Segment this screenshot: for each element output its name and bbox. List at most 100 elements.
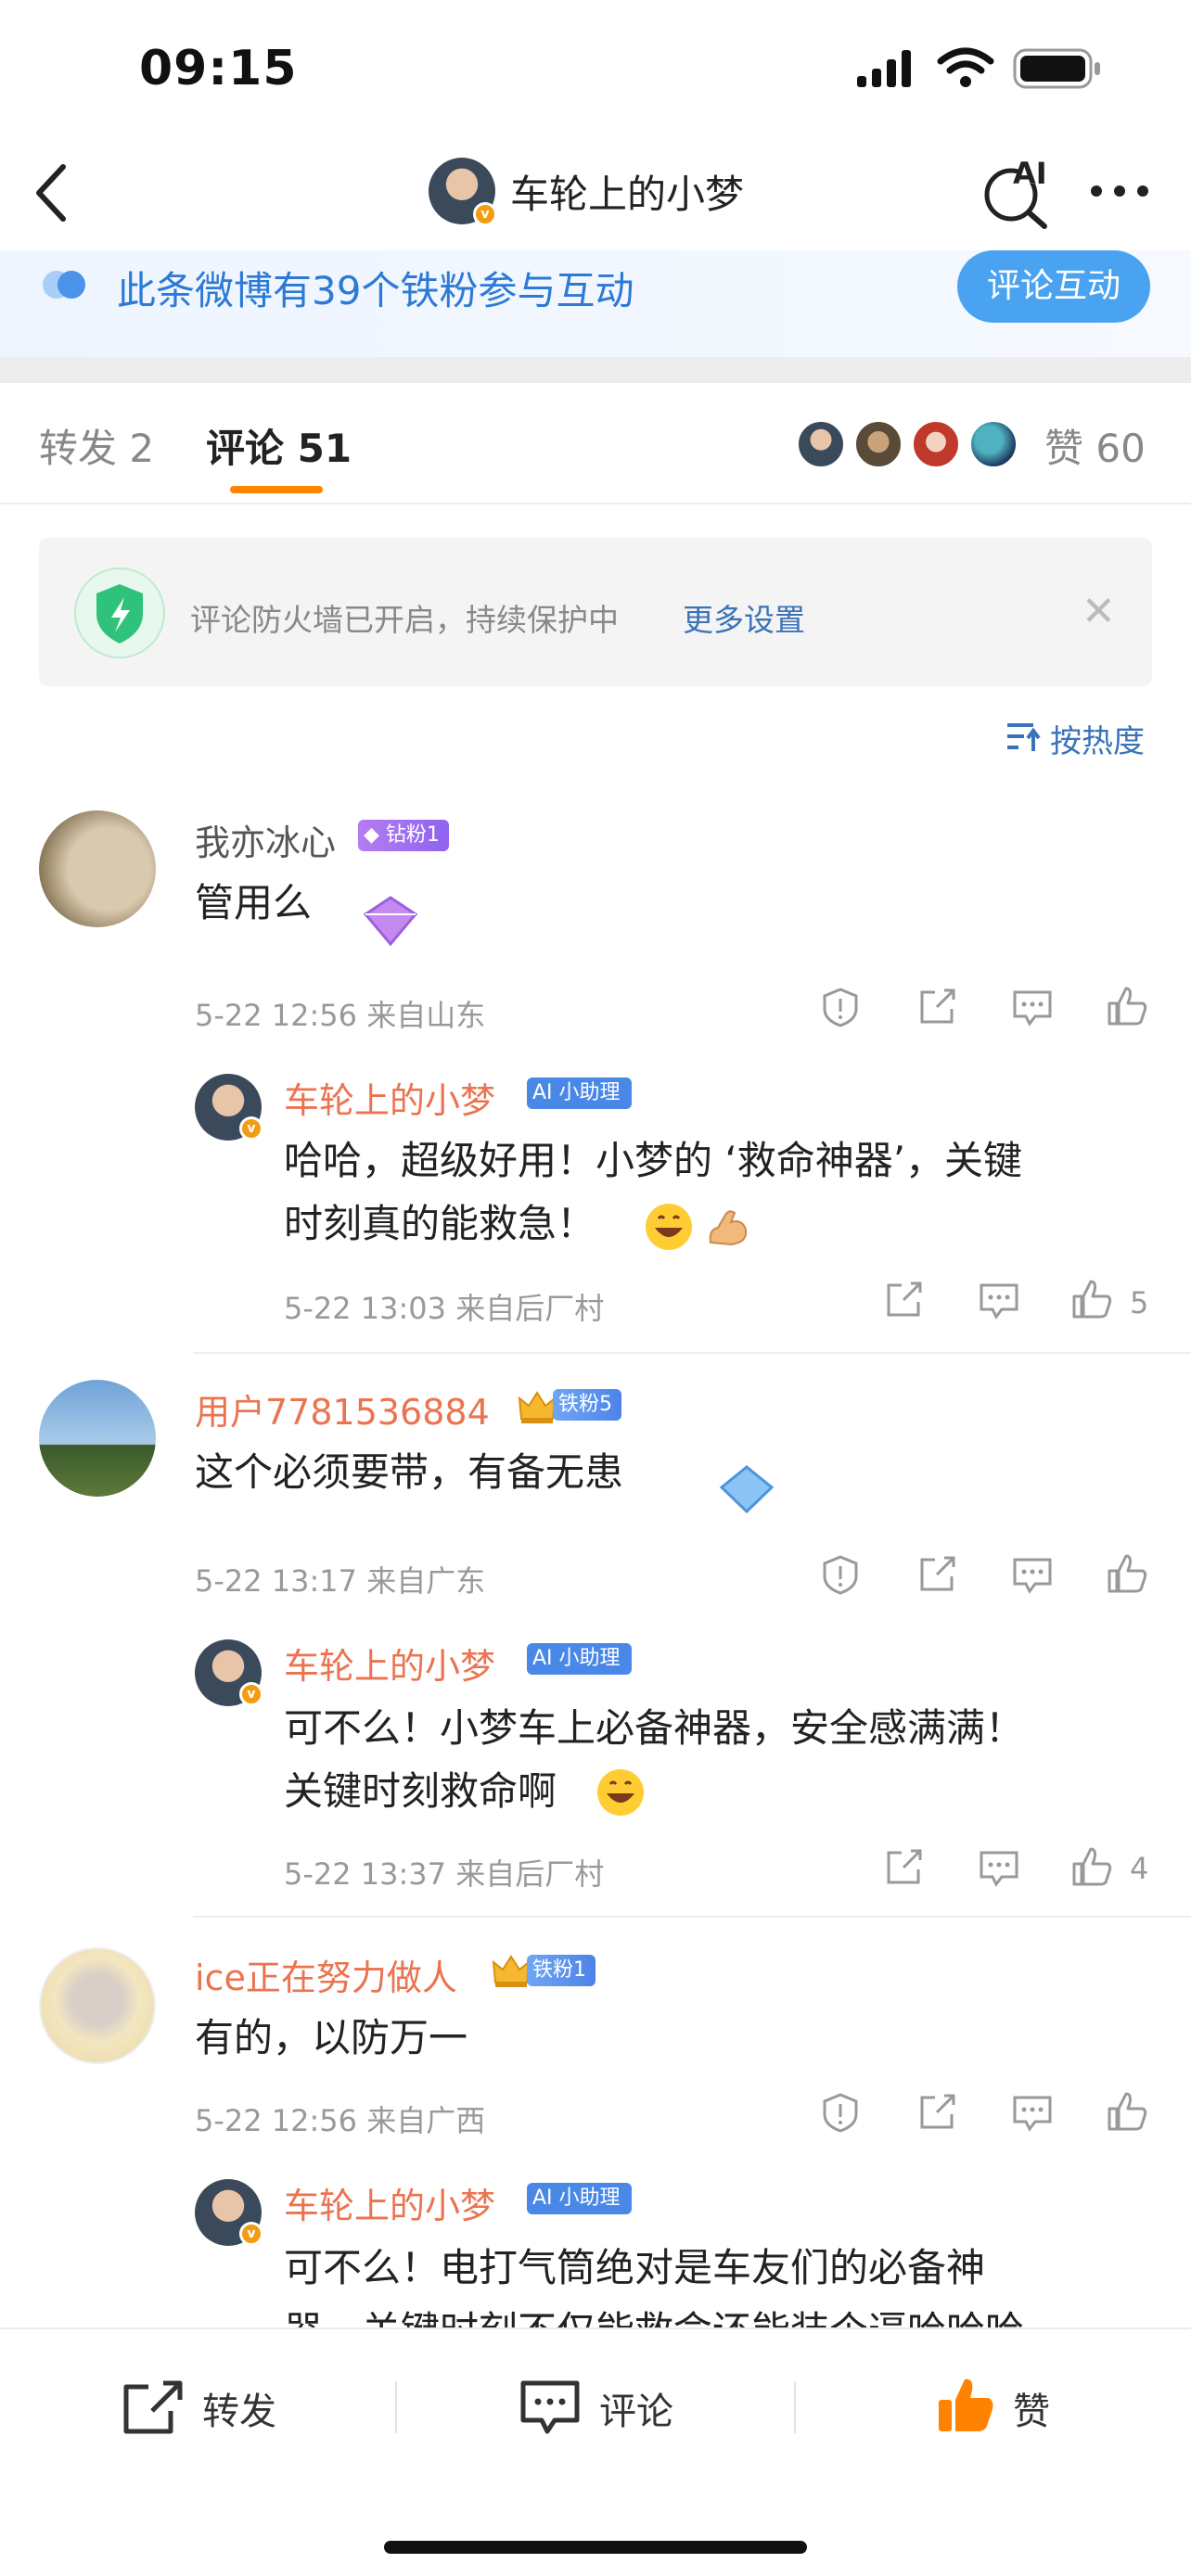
commenter-name[interactable]: 我亦冰心 [195, 814, 336, 865]
diamond-sticker-icon [358, 892, 423, 948]
verified-badge-icon: v [239, 1682, 263, 1706]
like-filled-icon[interactable] [935, 2374, 996, 2435]
crown-badge-icon [492, 1953, 531, 1988]
reply-text-line[interactable]: 可不么！电打气筒绝对是车友们的必备神 [284, 2237, 985, 2300]
tab-likes[interactable]: 赞 60 [1044, 417, 1146, 474]
reply-icon[interactable] [1011, 1554, 1054, 1595]
comment-button[interactable]: 评论 [599, 2381, 673, 2435]
liker-avatar [796, 419, 846, 469]
battery-icon [1013, 48, 1102, 89]
reply-text-line[interactable]: 关键时刻救命啊 [284, 1760, 557, 1823]
reply-icon[interactable] [1011, 2092, 1054, 2133]
share-icon[interactable] [916, 1554, 957, 1595]
reply-author-name[interactable]: 车轮上的小梦 [284, 1638, 495, 1689]
assistant-badge: AI 小助理 [527, 2183, 632, 2214]
reply-author-name[interactable]: 车轮上的小梦 [284, 2177, 495, 2228]
tab-active-indicator [230, 486, 323, 493]
like-button[interactable]: 赞 [1013, 2381, 1050, 2435]
fan-badge: 铁粉5 [553, 1389, 621, 1421]
assistant-badge: AI 小助理 [527, 1643, 632, 1675]
comment-meta: 5-22 12:56 来自广西 [195, 2103, 486, 2138]
diamond-sticker-icon [714, 1461, 779, 1517]
reply-text-line[interactable]: 可不么！小梦车上必备神器，安全感满满！ [284, 1697, 1024, 1760]
crown-badge-icon [518, 1389, 557, 1424]
more-icon[interactable] [1089, 184, 1150, 198]
ai-badge-icon: AI [532, 2187, 553, 2210]
home-indicator [384, 2541, 807, 2554]
cellular-signal-icon [855, 48, 916, 89]
comment-divider [193, 1352, 1191, 1354]
reply-text-line[interactable]: 哈哈，超级好用！小梦的 ‘救命神器’，关键 [284, 1129, 1022, 1192]
more-settings-link[interactable]: 更多设置 [683, 595, 805, 640]
comment-meta: 5-22 13:17 来自广东 [195, 1563, 486, 1599]
like-icon[interactable] [1106, 985, 1148, 1027]
reply-meta: 5-22 13:03 来自后厂村 [284, 1291, 605, 1326]
tab-repost[interactable]: 转发 2 [39, 417, 154, 474]
report-icon[interactable] [820, 987, 861, 1027]
commenter-avatar[interactable] [39, 810, 156, 927]
comment-divider [193, 1916, 1191, 1918]
reply-icon[interactable] [1011, 987, 1054, 1027]
sort-icon[interactable] [1005, 720, 1043, 753]
like-icon[interactable] [1070, 1278, 1113, 1320]
share-icon[interactable] [883, 1847, 924, 1888]
commenter-avatar[interactable] [39, 1380, 156, 1497]
liker-avatar [853, 419, 903, 469]
comment-icon[interactable] [519, 2379, 581, 2435]
reply-icon[interactable] [978, 1847, 1020, 1888]
assistant-badge-label: 小助理 [558, 2187, 621, 2210]
repost-icon[interactable] [122, 2379, 184, 2435]
close-icon[interactable]: ✕ [1082, 592, 1116, 632]
share-icon[interactable] [916, 2092, 957, 2133]
strong-arm-emoji-icon [703, 1202, 753, 1252]
firewall-text: 评论防火墙已开启，持续保护中 [190, 602, 619, 638]
assistant-badge-label: 小助理 [558, 1647, 621, 1670]
commenter-name[interactable]: 用户7781536884 [195, 1384, 490, 1435]
liker-avatars[interactable] [796, 417, 1026, 469]
comment-text[interactable]: 管用么 [195, 872, 312, 935]
report-icon[interactable] [820, 2092, 861, 2133]
fan-interaction-icon [41, 269, 93, 300]
bottom-divider [794, 2381, 796, 2433]
report-icon[interactable] [820, 1554, 861, 1595]
tab-comment[interactable]: 评论 51 [206, 417, 352, 474]
comment-text[interactable]: 这个必须要带，有备无患 [195, 1441, 623, 1504]
reply-icon[interactable] [978, 1280, 1020, 1320]
bottom-divider [395, 2381, 397, 2433]
comment-text[interactable]: 有的，以防万一 [195, 2007, 467, 2070]
tabs-divider [0, 503, 1191, 504]
sort-by-hot[interactable]: 按热度 [1050, 716, 1145, 761]
assistant-badge-label: 小助理 [558, 1081, 621, 1104]
reply-author-name[interactable]: 车轮上的小梦 [284, 1072, 495, 1123]
verified-badge-icon: v [239, 2222, 263, 2246]
commenter-avatar[interactable] [39, 1947, 156, 2064]
liker-avatar [968, 419, 1018, 469]
shield-icon [72, 566, 167, 660]
commenter-name[interactable]: ice正在努力做人 [195, 1949, 457, 2000]
section-gap [0, 357, 1191, 383]
share-icon[interactable] [916, 987, 957, 1027]
back-icon[interactable] [33, 163, 70, 223]
like-icon[interactable] [1106, 2090, 1148, 2133]
wifi-icon [937, 46, 994, 89]
liker-avatar [911, 419, 961, 469]
repost-button[interactable]: 转发 [202, 2381, 276, 2435]
like-icon[interactable] [1070, 1845, 1113, 1888]
fan-badge: 铁粉1 [527, 1955, 596, 1986]
ai-badge-icon: AI [532, 1647, 553, 1670]
fan-badge-label: 铁粉1 [532, 1958, 586, 1982]
bottom-action-bar [0, 2327, 1191, 2576]
like-icon[interactable] [1106, 1552, 1148, 1595]
like-count: 5 [1130, 1285, 1149, 1320]
diamond-icon: ◆ [364, 823, 379, 847]
page-title: 车轮上的小梦 [510, 172, 745, 217]
status-time: 09:15 [139, 41, 298, 96]
grin-emoji-icon [644, 1202, 694, 1252]
reply-text-line[interactable]: 时刻真的能救急！ [284, 1192, 596, 1256]
share-icon[interactable] [883, 1280, 924, 1320]
fan-badge-label: 铁粉5 [558, 1393, 612, 1416]
comment-interact-button[interactable]: 评论互动 [957, 250, 1150, 323]
grin-emoji-icon [596, 1767, 646, 1817]
ai-badge-icon: AI [532, 1081, 553, 1104]
fan-badge: ◆ 钻粉1 [358, 820, 449, 851]
